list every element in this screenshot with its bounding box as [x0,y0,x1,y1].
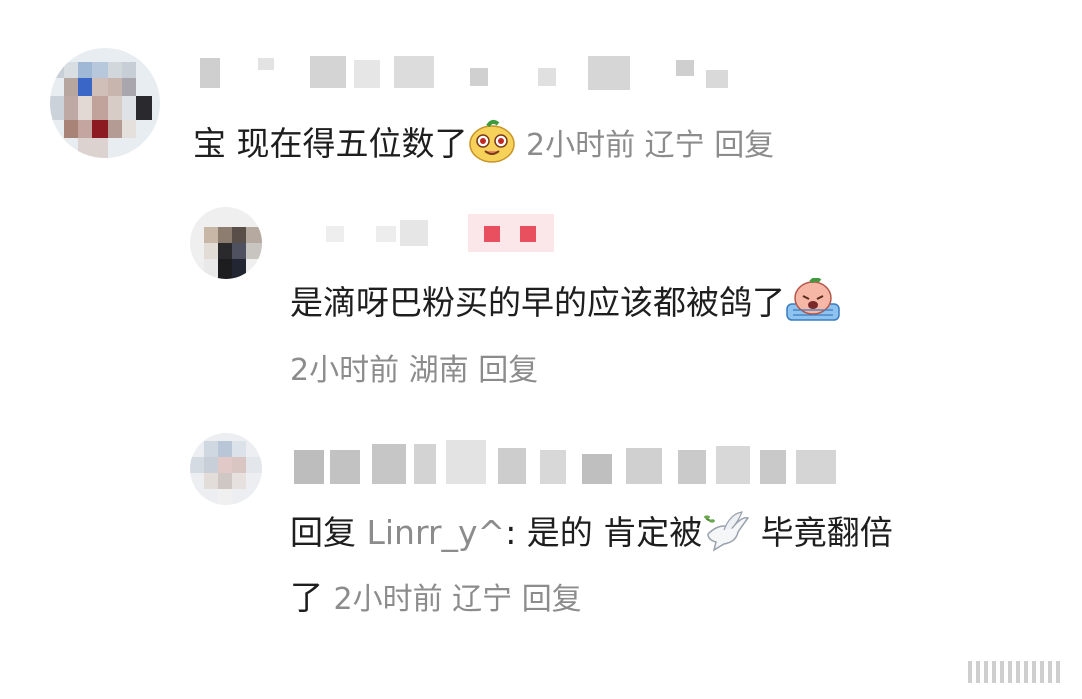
comment-body: 宝 现在得五位数了 [193,124,468,163]
username-blurred[interactable] [290,440,860,486]
comment-time: 2小时前 [333,582,443,617]
comment-body: 是滴呀巴粉买的早的应该都被鸽了 [290,283,785,322]
comment-time: 2小时前 [290,353,400,388]
mention-link[interactable]: Linrr_y^ [367,513,506,552]
comment-body-line2: 了 [290,578,323,617]
avatar-image [190,207,262,279]
comment-text: 回复 Linrr_y^: 是的 肯定被 毕竟翻倍 [290,508,893,555]
comment-text: 是滴呀巴粉买的早的应该都被鸽了 [290,277,840,325]
avatar[interactable] [190,433,262,505]
comment-text-line2: 了 2小时前 辽宁 回复 [290,576,582,622]
comment-body-part2: 毕竟翻倍 [750,513,893,552]
avatar[interactable] [50,48,160,158]
avatar-image [50,48,160,158]
comment-meta: 2小时前 湖南 回复 [290,349,538,393]
reply-button[interactable]: 回复 [714,128,774,163]
avatar-image [190,433,262,505]
dove-icon [702,508,750,552]
reply-button[interactable]: 回复 [478,353,538,388]
reply-button[interactable]: 回复 [522,582,582,617]
watermark-icon [968,661,1060,683]
comment-meta: 2小时前 辽宁 回复 [334,582,582,617]
comment-meta: 2小时前 辽宁 回复 [526,128,774,163]
username-blurred[interactable] [198,52,738,92]
comment-body-part1: : 是的 肯定被 [505,513,703,552]
comment-time: 2小时前 [526,128,636,163]
avatar[interactable] [190,207,262,279]
comment-location: 湖南 [408,353,469,388]
yellow-cartoon-face-icon [468,119,516,163]
reply-prefix: 回复 [290,513,356,552]
comment-text: 宝 现在得五位数了 2小时前 辽宁 回复 [193,119,774,168]
comment-location: 辽宁 [452,582,513,617]
crying-cartoon-face-icon [785,277,840,322]
comment-location: 辽宁 [644,128,705,163]
username-blurred[interactable] [320,212,560,252]
